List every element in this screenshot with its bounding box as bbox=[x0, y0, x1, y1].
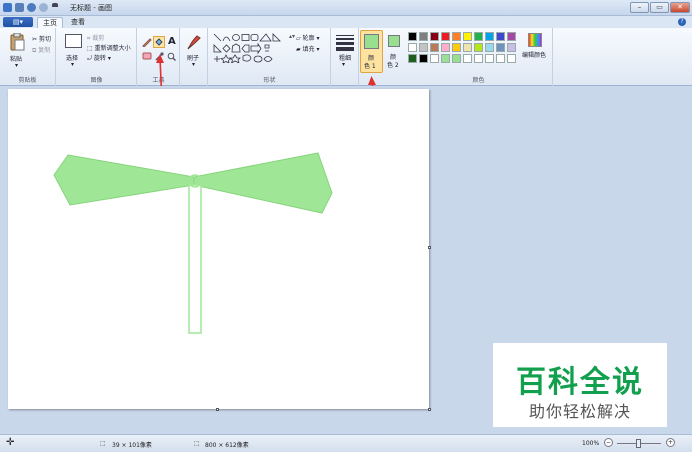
paint-window: 无标题 - 画图 – ▭ ✕ ▤▾ 主页 查看 ? 粘贴 ▾ ✂ 剪切 ⧉ 复制… bbox=[0, 0, 692, 452]
canvas-resize-handle-corner[interactable] bbox=[428, 408, 431, 411]
zoom-in-button[interactable]: + bbox=[666, 438, 675, 447]
bamboo-dragonfly-drawing bbox=[53, 152, 333, 334]
watermark-subtitle: 助你轻松解决 bbox=[528, 402, 631, 421]
drawing-canvas[interactable] bbox=[8, 89, 429, 409]
canvas-size-readout: 800 × 612像素 bbox=[205, 442, 249, 449]
canvas-resize-handle-right[interactable] bbox=[428, 246, 431, 249]
status-bar: ✛ ⬚ 39 × 101像素 ⬚ 800 × 612像素 100% − + bbox=[0, 434, 692, 452]
right-wing bbox=[193, 152, 333, 214]
zoom-out-button[interactable]: − bbox=[604, 438, 613, 447]
position-readout: 39 × 101像素 bbox=[112, 442, 152, 449]
crosshair-icon: ✛ bbox=[6, 437, 15, 448]
watermark: 百科全说 助你轻松解决 bbox=[493, 343, 667, 427]
selection-size-icon: ⬚ bbox=[100, 440, 106, 447]
canvas-resize-handle-bottom[interactable] bbox=[216, 408, 219, 411]
left-wing bbox=[53, 154, 195, 206]
canvas-size-icon: ⬚ bbox=[194, 440, 200, 447]
stick bbox=[188, 184, 202, 334]
zoom-slider-thumb[interactable] bbox=[636, 439, 641, 448]
zoom-level: 100% bbox=[582, 440, 600, 447]
watermark-title: 百科全说 bbox=[516, 365, 644, 400]
